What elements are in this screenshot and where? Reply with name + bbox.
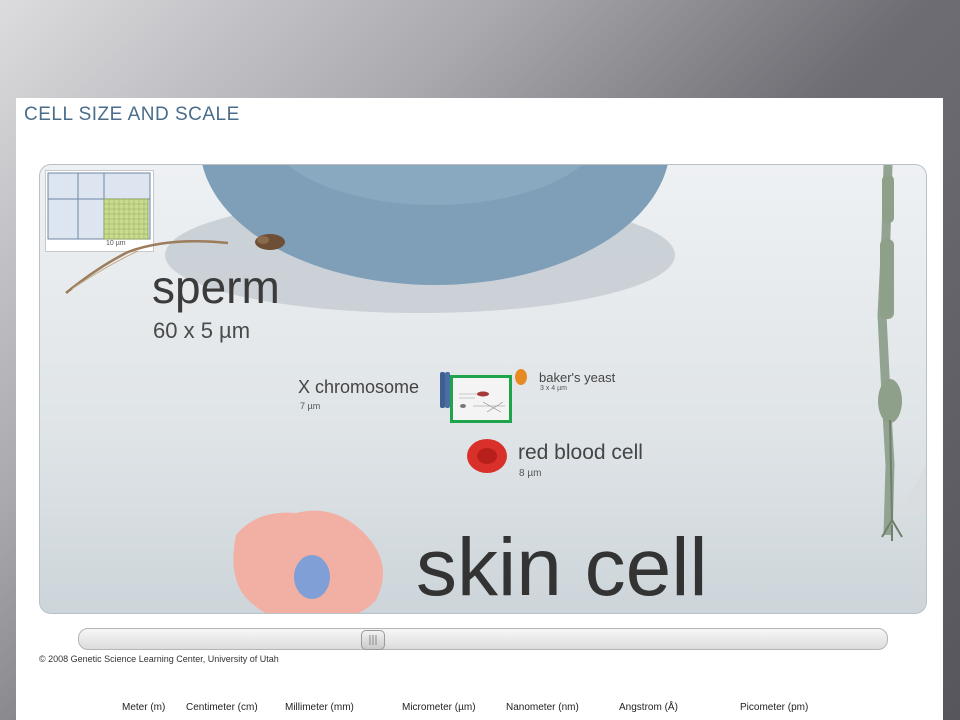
unit-meter[interactable]: Meter (m) [122,702,165,713]
unit-bar: Meter (m) Centimeter (cm) Millimeter (mm… [16,702,943,720]
zoom-slider-thumb[interactable] [361,630,385,650]
skin-cell-image [233,510,383,613]
unit-angstrom[interactable]: Angstrom (Å) [619,702,678,713]
yeast-image [515,369,527,385]
red-blood-cell-label: red blood cell [518,441,643,464]
page-title: CELL SIZE AND SCALE [24,104,240,125]
unit-centimeter[interactable]: Centimeter (cm) [186,702,258,713]
unit-micrometer[interactable]: Micrometer (µm) [402,702,476,713]
scale-stage: 10 µm sperm 60 x 5 µm X chromosome 7 µm … [39,164,927,614]
x-chromosome-label: X chromosome [298,377,420,397]
zoom-highlight-box [450,375,512,423]
zoom-slider-track[interactable] [78,628,888,650]
unit-millimeter[interactable]: Millimeter (mm) [285,702,354,713]
page: CELL SIZE AND SCALE 10 µm sperm 60 x 5 µ… [16,98,943,720]
sperm-label: sperm [152,261,280,313]
unit-nanometer[interactable]: Nanometer (nm) [506,702,579,713]
x-chromosome-size: 7 µm [300,401,321,411]
red-blood-cell-size: 8 µm [519,468,542,479]
sperm-size: 60 x 5 µm [153,318,251,343]
unit-picometer[interactable]: Picometer (pm) [740,702,808,713]
grip-icon [369,635,377,645]
bakers-yeast-size: 3 x 4 µm [540,385,567,392]
copyright-text: © 2008 Genetic Science Learning Center, … [39,654,279,664]
bakers-yeast-label: baker's yeast [539,370,616,385]
skin-cell-label: skin cell [416,522,708,613]
red-blood-cell-image [467,439,507,473]
